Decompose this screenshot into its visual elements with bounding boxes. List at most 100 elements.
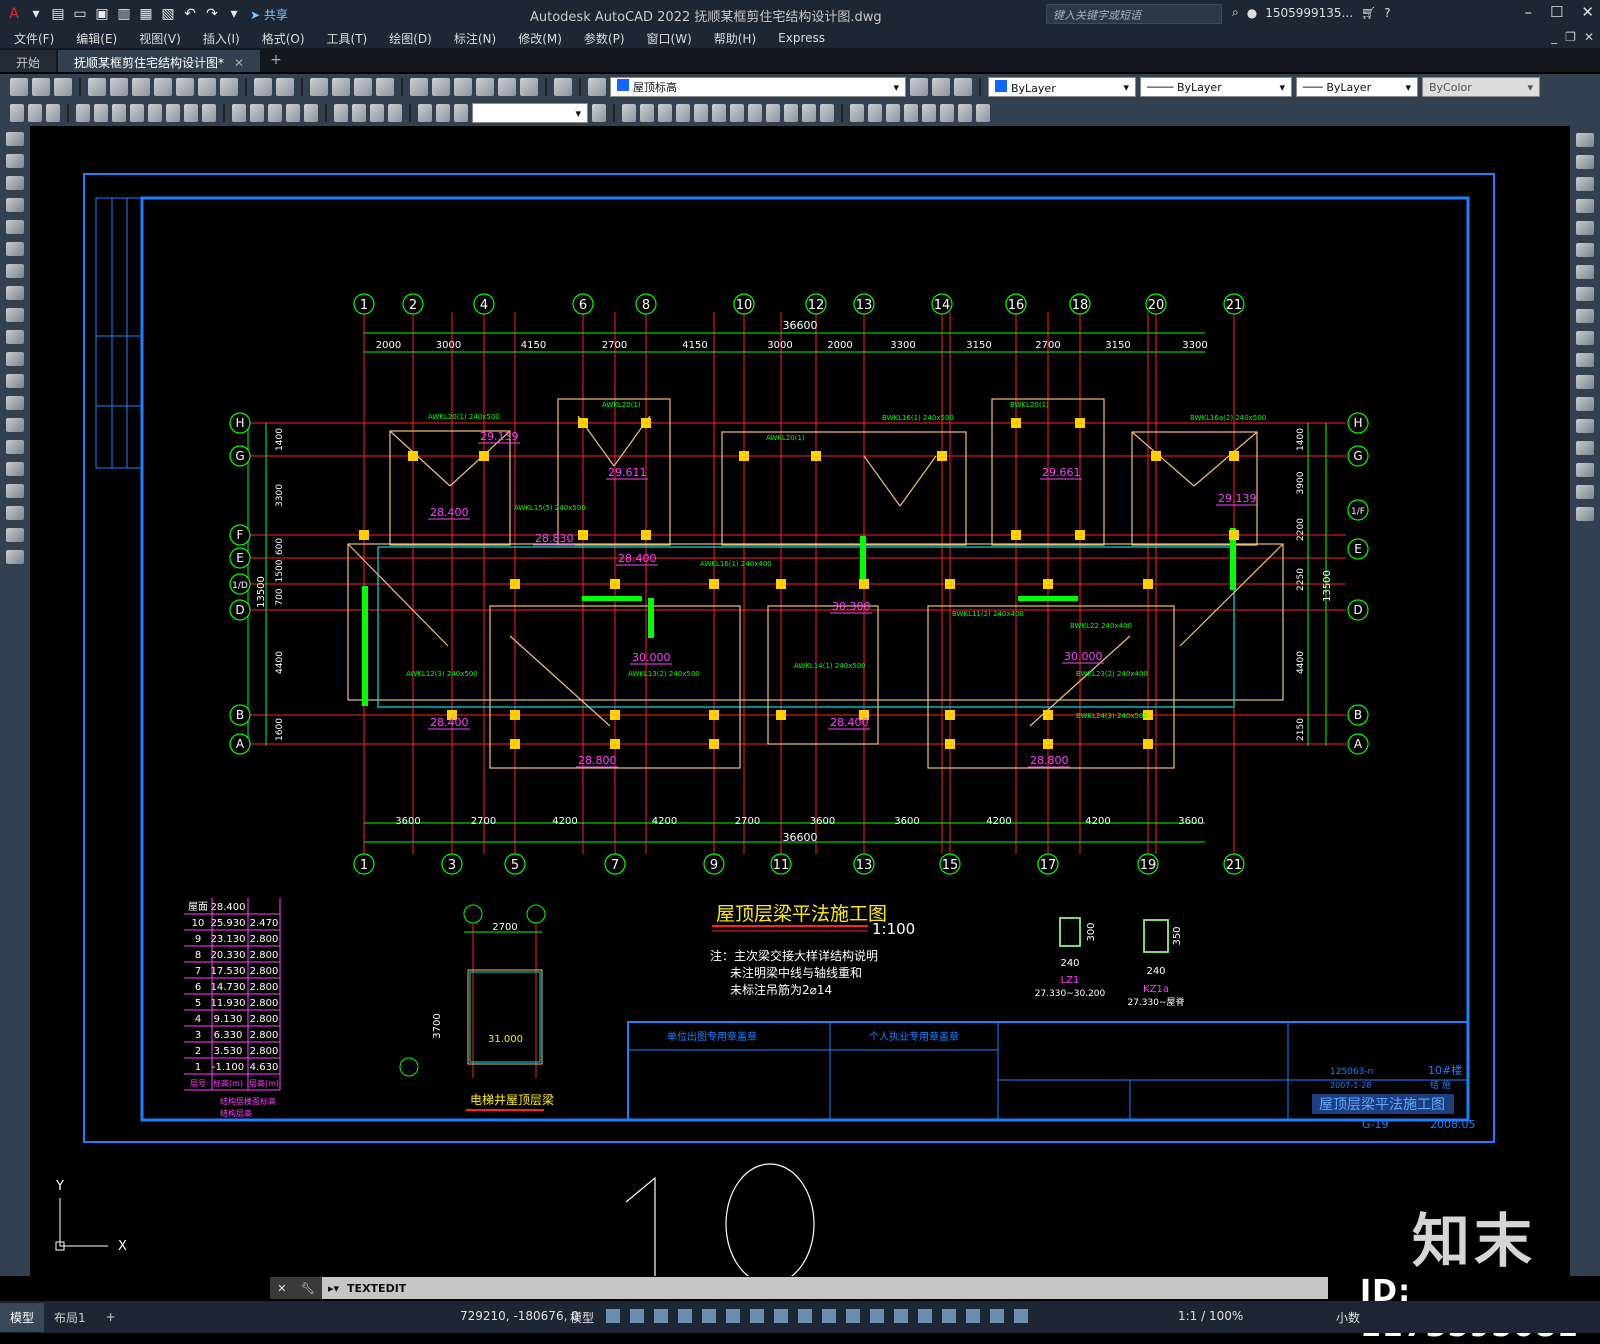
circle-icon[interactable] xyxy=(6,264,24,278)
tool-icon[interactable] xyxy=(850,104,864,122)
menu-window[interactable]: 窗口(W) xyxy=(647,30,692,47)
tool-icon[interactable] xyxy=(958,104,972,122)
menu-dimension[interactable]: 标注(N) xyxy=(454,30,496,47)
blend-icon[interactable] xyxy=(1576,485,1594,499)
dim-style-dropdown[interactable]: ▾ xyxy=(472,103,588,123)
tool-icon[interactable] xyxy=(694,104,708,122)
annotation-visibility-icon[interactable] xyxy=(990,1309,1004,1323)
polygon-icon[interactable] xyxy=(6,198,24,212)
markup-icon[interactable] xyxy=(498,78,516,96)
tool-icon[interactable] xyxy=(886,104,900,122)
sheet-set-icon[interactable] xyxy=(476,78,494,96)
lineweight-dropdown[interactable]: ─── ByLayer ▾ xyxy=(1296,77,1418,97)
dim-update-icon[interactable] xyxy=(454,104,468,122)
baseline-icon[interactable] xyxy=(250,104,264,122)
new-icon[interactable] xyxy=(10,78,28,96)
continue-icon[interactable] xyxy=(268,104,282,122)
osnap-icon[interactable] xyxy=(798,1309,812,1323)
tool-icon[interactable] xyxy=(730,104,744,122)
ellipse-arc-icon[interactable] xyxy=(6,352,24,366)
stretch-icon[interactable] xyxy=(1576,309,1594,323)
insert-block-icon[interactable] xyxy=(6,374,24,388)
break-icon[interactable] xyxy=(304,104,318,122)
polyline-icon[interactable] xyxy=(6,176,24,190)
menu-express[interactable]: Express xyxy=(778,31,825,45)
tool-icon[interactable] xyxy=(904,104,918,122)
color-dropdown[interactable]: ByLayer ▾ xyxy=(988,77,1136,97)
design-center-icon[interactable] xyxy=(432,78,450,96)
region-icon[interactable] xyxy=(6,484,24,498)
doc-minimize-icon[interactable]: _ xyxy=(1551,30,1557,44)
tool-icon[interactable] xyxy=(802,104,816,122)
tool-icon[interactable] xyxy=(922,104,936,122)
save-icon[interactable] xyxy=(54,78,72,96)
menu-view[interactable]: 视图(V) xyxy=(139,30,181,47)
add-selected-icon[interactable] xyxy=(6,550,24,564)
point-icon[interactable] xyxy=(6,418,24,432)
trim-icon[interactable] xyxy=(1576,331,1594,345)
polar-icon[interactable] xyxy=(726,1309,740,1323)
construction-line-icon[interactable] xyxy=(6,154,24,168)
menu-modify[interactable]: 修改(M) xyxy=(518,30,562,47)
match-properties-icon[interactable] xyxy=(220,78,238,96)
tool-icon[interactable] xyxy=(46,104,60,122)
center-mark-icon[interactable] xyxy=(352,104,366,122)
zoom-window-icon[interactable] xyxy=(354,78,372,96)
chamfer-icon[interactable] xyxy=(1576,441,1594,455)
plotstyle-dropdown[interactable]: ByColor ▾ xyxy=(1422,77,1540,97)
tab-drawing[interactable]: 抚顺某框剪住宅结构设计图* ✕ xyxy=(58,50,261,72)
transparency-icon[interactable] xyxy=(846,1309,860,1323)
tool-icon[interactable] xyxy=(766,104,780,122)
user-name[interactable]: 1505999135... xyxy=(1265,6,1353,20)
make-current-layer-icon[interactable] xyxy=(910,78,928,96)
snap-icon[interactable] xyxy=(630,1309,644,1323)
layer-dropdown[interactable]: 屋顶标高 ▾ xyxy=(610,77,906,97)
copy-icon[interactable] xyxy=(176,78,194,96)
join-icon[interactable] xyxy=(1576,419,1594,433)
dim-edit-icon[interactable] xyxy=(418,104,432,122)
redo-icon[interactable] xyxy=(276,78,294,96)
infer-icon[interactable] xyxy=(654,1309,668,1323)
menu-edit[interactable]: 编辑(E) xyxy=(76,30,117,47)
tool-icon[interactable] xyxy=(10,104,24,122)
spline-icon[interactable] xyxy=(6,308,24,322)
menu-format[interactable]: 格式(O) xyxy=(262,30,305,47)
mtext-icon[interactable] xyxy=(6,528,24,542)
tool-icon[interactable] xyxy=(712,104,726,122)
command-line[interactable]: ✕ 🔧︎ ▸▾ TEXTEDIT xyxy=(270,1277,1328,1299)
jogged-linear-icon[interactable] xyxy=(388,104,402,122)
tab-layout1[interactable]: 布局1 xyxy=(44,1303,96,1332)
ellipse-icon[interactable] xyxy=(6,330,24,344)
user-icon[interactable]: ● xyxy=(1247,6,1257,20)
undo-icon[interactable]: ↶ xyxy=(180,4,200,24)
auto-scale-icon[interactable] xyxy=(1014,1309,1028,1323)
menu-file[interactable]: 文件(F) xyxy=(14,30,54,47)
table-icon[interactable] xyxy=(6,506,24,520)
tool-icon[interactable] xyxy=(622,104,636,122)
aligned-dim-icon[interactable] xyxy=(94,104,108,122)
paste-icon[interactable] xyxy=(198,78,216,96)
publish-icon[interactable] xyxy=(132,78,150,96)
ordinate-icon[interactable] xyxy=(130,104,144,122)
break-icon[interactable] xyxy=(1576,397,1594,411)
tab-start[interactable]: 开始 xyxy=(0,50,57,72)
dynamic-input-icon[interactable] xyxy=(678,1309,692,1323)
customize-icon[interactable]: ▾ xyxy=(224,4,244,24)
doc-restore-icon[interactable]: ❐ xyxy=(1565,30,1576,44)
menu-tools[interactable]: 工具(T) xyxy=(327,30,368,47)
help-icon[interactable] xyxy=(554,78,572,96)
minimize-icon[interactable]: – xyxy=(1524,3,1532,21)
redo-icon[interactable]: ↷ xyxy=(202,4,222,24)
drawing-canvas[interactable]: 36600 2000 3000 4150 2700 4150 3000 2000 3300 31… xyxy=(30,126,1570,1276)
search-icon[interactable]: ⌕ xyxy=(1232,5,1239,20)
new-file-icon[interactable]: ▤ xyxy=(48,4,68,24)
scale-icon[interactable] xyxy=(1576,287,1594,301)
dim-style-icon[interactable] xyxy=(592,104,606,122)
explode-icon[interactable] xyxy=(1576,507,1594,521)
line-icon[interactable] xyxy=(6,132,24,146)
revision-cloud-icon[interactable] xyxy=(6,286,24,300)
array-icon[interactable] xyxy=(1576,221,1594,235)
rotate-icon[interactable] xyxy=(1576,265,1594,279)
tool-icon[interactable] xyxy=(784,104,798,122)
publish-icon[interactable]: ▦ xyxy=(136,4,156,24)
